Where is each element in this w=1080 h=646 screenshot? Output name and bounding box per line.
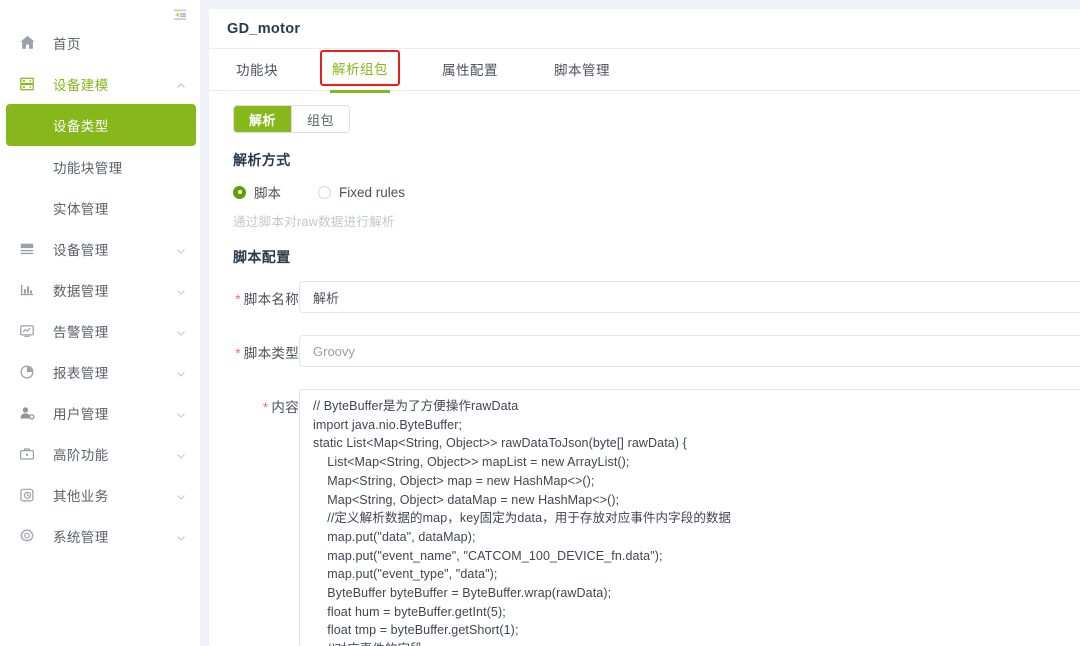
main-content: GD_motor 功能块 解析组包 属性配置 脚本管理 解析 组包 解析方式 脚… [200, 0, 1080, 646]
user-gear-icon [18, 404, 36, 422]
sidebar-item-label: 设备建模 [53, 77, 109, 93]
segment-组包[interactable]: 组包 [291, 106, 350, 132]
tab-属性配置[interactable]: 属性配置 [430, 59, 510, 90]
sidebar-item-label: 高阶功能 [53, 447, 109, 463]
content-card: GD_motor 功能块 解析组包 属性配置 脚本管理 解析 组包 解析方式 脚… [209, 9, 1080, 646]
label-text: 脚本类型 [243, 346, 299, 361]
chevron-down-icon [176, 531, 186, 541]
parse-method-title: 解析方式 [233, 152, 291, 168]
chevron-down-icon [176, 490, 186, 500]
tab-解析组包[interactable]: 解析组包 [320, 50, 400, 93]
clock-pie-icon [18, 363, 36, 381]
form-row-script-type: * 脚本类型 Groovy [209, 335, 1080, 367]
script-config-title: 脚本配置 [233, 249, 291, 265]
segmented-control-wrap: 解析 组包 [209, 91, 1080, 133]
chevron-down-icon [176, 285, 186, 295]
sidebar-item-label: 数据管理 [53, 283, 109, 299]
tab-label: 解析组包 [332, 62, 388, 77]
script-type-control: Groovy [299, 335, 1080, 367]
briefcase-icon [18, 445, 36, 463]
sidebar-item-数据管理[interactable]: 数据管理 [0, 269, 200, 310]
sidebar-toggle[interactable] [0, 0, 200, 22]
chevron-up-icon [176, 79, 186, 89]
radio-脚本[interactable]: 脚本 [233, 182, 281, 202]
script-name-input[interactable]: 解析 [299, 281, 1080, 313]
monitor-alert-icon [18, 322, 36, 340]
sidebar-item-首页[interactable]: 首页 [0, 22, 200, 63]
home-icon [18, 34, 36, 52]
sidebar-item-高阶功能[interactable]: 高阶功能 [0, 433, 200, 474]
segment-label: 解析 [249, 112, 277, 128]
sidebar-item-label: 告警管理 [53, 324, 109, 340]
chevron-down-icon [176, 244, 186, 254]
label-text: 内容 [271, 400, 299, 415]
radio-label: Fixed rules [339, 184, 406, 200]
sidebar-item-实体管理[interactable]: 实体管理 [0, 187, 200, 228]
radio-dot-icon [233, 185, 246, 199]
radio-dot-icon [318, 185, 331, 199]
form-row-script-name: * 脚本名称 解析 [209, 281, 1080, 313]
parse-method-hint: 通过脚本对raw数据进行解析 [233, 215, 395, 229]
tab-功能块[interactable]: 功能块 [224, 59, 290, 90]
form-row-script-content: * 内容 // ByteBuffer是为了方便操作rawData import j… [209, 389, 1080, 646]
sidebar-item-报表管理[interactable]: 报表管理 [0, 351, 200, 392]
script-type-select[interactable]: Groovy [299, 335, 1080, 367]
sidebar-item-系统管理[interactable]: 系统管理 [0, 515, 200, 556]
radio-fixed-rules[interactable]: Fixed rules [318, 185, 405, 200]
label-text: 脚本名称 [243, 292, 299, 307]
page-title: GD_motor [227, 20, 301, 37]
app-root: 首页 设备建模 设备类型 功能块管理 实体管理 设备管理 数据管理 告警管理 报… [0, 0, 1080, 646]
segment-label: 组包 [307, 112, 335, 128]
radio-label: 脚本 [254, 186, 281, 201]
sidebar: 首页 设备建模 设备类型 功能块管理 实体管理 设备管理 数据管理 告警管理 报… [0, 0, 200, 646]
sidebar-item-告警管理[interactable]: 告警管理 [0, 310, 200, 351]
sidebar-item-设备建模[interactable]: 设备建模 [0, 63, 200, 104]
sidebar-item-用户管理[interactable]: 用户管理 [0, 392, 200, 433]
chevron-down-icon [176, 326, 186, 336]
script-name-label: * 脚本名称 [209, 281, 299, 308]
required-marker: * [235, 292, 241, 307]
sidebar-item-功能块管理[interactable]: 功能块管理 [0, 146, 200, 187]
chevron-down-icon [176, 449, 186, 459]
segmented-control: 解析 组包 [233, 105, 351, 133]
chevron-down-icon [176, 367, 186, 377]
sidebar-subitem-label: 功能块管理 [53, 160, 123, 176]
sidebar-item-其他业务[interactable]: 其他业务 [0, 474, 200, 515]
script-name-control: 解析 [299, 281, 1080, 313]
sidebar-subitem-label: 实体管理 [53, 201, 109, 217]
bar-chart-icon [18, 281, 36, 299]
sidebar-item-label: 首页 [53, 36, 81, 52]
segment-解析[interactable]: 解析 [234, 106, 292, 132]
script-config-form: * 脚本名称 解析 * 脚本类型 Groovy * 内容 // ByteBuff… [209, 281, 1080, 646]
device-list-icon [18, 240, 36, 258]
sidebar-item-label: 用户管理 [53, 406, 109, 422]
tab-label: 功能块 [236, 63, 278, 78]
sidebar-nav: 首页 设备建模 设备类型 功能块管理 实体管理 设备管理 数据管理 告警管理 报… [0, 22, 200, 556]
chevron-down-icon [176, 408, 186, 418]
sidebar-subitem-label: 设备类型 [53, 119, 109, 134]
script-content-control: // ByteBuffer是为了方便操作rawData import java.… [299, 389, 1080, 646]
tab-脚本管理[interactable]: 脚本管理 [542, 59, 622, 90]
sidebar-item-label: 系统管理 [53, 529, 109, 545]
sidebar-item-label: 其他业务 [53, 488, 109, 504]
history-icon [18, 486, 36, 504]
sidebar-item-设备管理[interactable]: 设备管理 [0, 228, 200, 269]
sidebar-item-label: 报表管理 [53, 365, 109, 381]
script-content-label: * 内容 [209, 389, 299, 416]
page-title-bar: GD_motor [209, 9, 1080, 49]
tab-bar: 功能块 解析组包 属性配置 脚本管理 [209, 49, 1080, 93]
required-marker: * [262, 400, 269, 415]
tab-label: 属性配置 [442, 63, 498, 78]
parse-method-radio-group: 脚本 Fixed rules [209, 182, 1080, 202]
server-icon [18, 75, 36, 93]
script-type-label: * 脚本类型 [209, 335, 299, 362]
sidebar-item-设备类型[interactable]: 设备类型 [6, 104, 196, 146]
sidebar-item-label: 设备管理 [53, 242, 109, 258]
required-marker: * [235, 346, 241, 361]
sidebar-collapse-icon[interactable] [174, 8, 187, 21]
tab-label: 脚本管理 [554, 63, 610, 78]
script-content-textarea[interactable]: // ByteBuffer是为了方便操作rawData import java.… [299, 389, 1080, 646]
gear-icon [18, 527, 36, 545]
